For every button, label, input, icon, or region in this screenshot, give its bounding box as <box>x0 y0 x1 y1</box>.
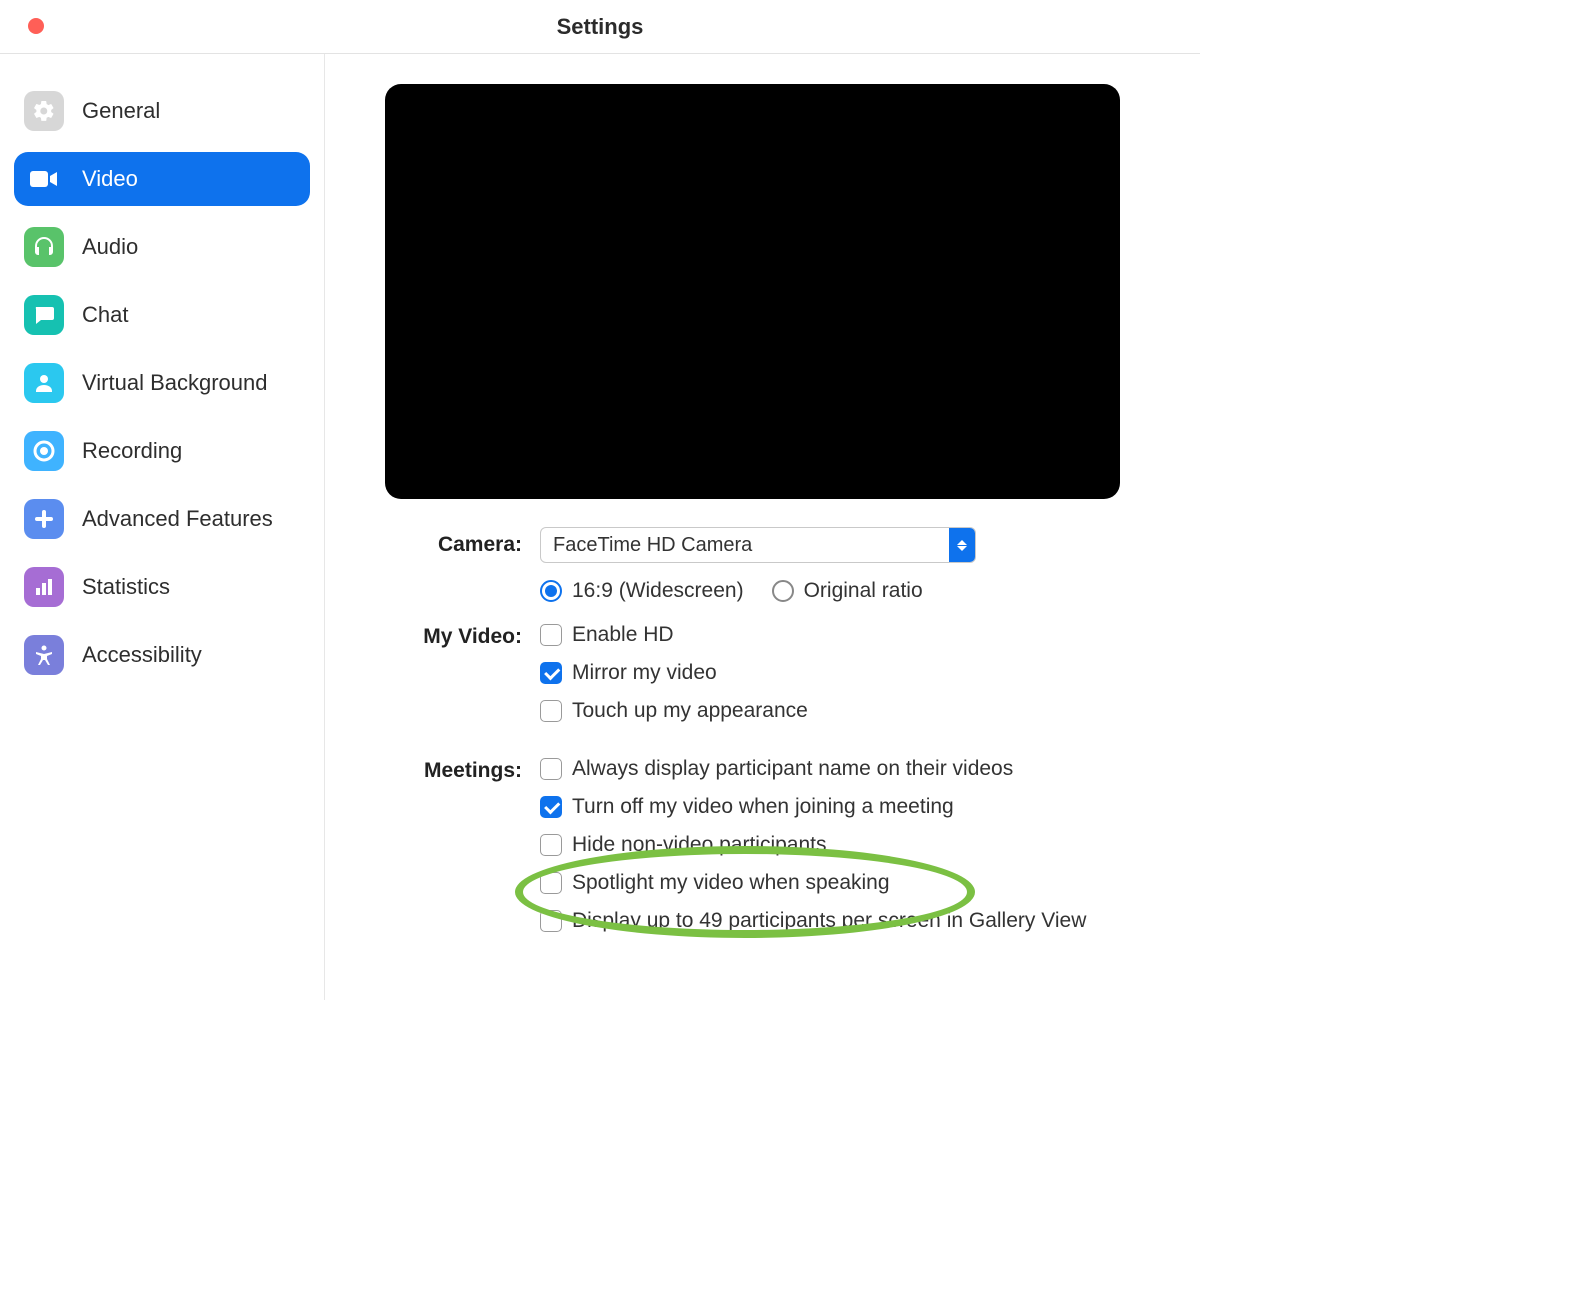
aspect-original-radio[interactable]: Original ratio <box>772 579 923 603</box>
headphones-icon <box>24 227 64 267</box>
window-title: Settings <box>0 14 1200 40</box>
checkbox-label: Turn off my video when joining a meeting <box>572 795 954 819</box>
sidebar: General Video Audio Chat <box>0 54 325 1000</box>
checkbox-label: Spotlight my video when speaking <box>572 871 890 895</box>
settings-window: Settings General Video Audio <box>0 0 1200 1000</box>
updown-icon <box>949 528 975 562</box>
sidebar-item-video[interactable]: Video <box>14 152 310 206</box>
sidebar-item-label: Recording <box>82 438 182 464</box>
sidebar-item-label: General <box>82 98 160 124</box>
checkbox-icon <box>540 796 562 818</box>
sidebar-item-label: Advanced Features <box>82 506 273 532</box>
window-controls <box>28 18 44 34</box>
radio-label: 16:9 (Widescreen) <box>572 579 744 603</box>
checkbox-label: Touch up my appearance <box>572 699 808 723</box>
checkbox-icon <box>540 662 562 684</box>
sidebar-item-label: Statistics <box>82 574 170 600</box>
sidebar-item-label: Accessibility <box>82 642 202 668</box>
checkbox-label: Mirror my video <box>572 661 717 685</box>
checkbox-icon <box>540 758 562 780</box>
record-icon <box>24 431 64 471</box>
mirror-video-checkbox[interactable]: Mirror my video <box>540 661 1160 685</box>
touchup-checkbox[interactable]: Touch up my appearance <box>540 699 1160 723</box>
sidebar-item-accessibility[interactable]: Accessibility <box>14 628 310 682</box>
meetings-label: Meetings: <box>385 753 540 783</box>
sidebar-item-advanced-features[interactable]: Advanced Features <box>14 492 310 546</box>
checkbox-label: Enable HD <box>572 623 674 647</box>
video-icon <box>24 159 64 199</box>
sidebar-item-label: Virtual Background <box>82 370 268 396</box>
checkbox-icon <box>540 834 562 856</box>
person-icon <box>24 363 64 403</box>
aspect-widescreen-radio[interactable]: 16:9 (Widescreen) <box>540 579 744 603</box>
gallery49-checkbox[interactable]: Display up to 49 participants per screen… <box>540 909 1160 933</box>
checkbox-icon <box>540 624 562 646</box>
sidebar-item-label: Chat <box>82 302 128 328</box>
checkbox-icon <box>540 910 562 932</box>
accessibility-icon <box>24 635 64 675</box>
plus-icon <box>24 499 64 539</box>
camera-select[interactable]: FaceTime HD Camera <box>540 527 976 563</box>
enable-hd-checkbox[interactable]: Enable HD <box>540 623 1160 647</box>
checkbox-label: Always display participant name on their… <box>572 757 1013 781</box>
hide-nonvideo-checkbox[interactable]: Hide non-video participants <box>540 833 1160 857</box>
chat-icon <box>24 295 64 335</box>
sidebar-item-recording[interactable]: Recording <box>14 424 310 478</box>
radio-label: Original ratio <box>804 579 923 603</box>
gear-icon <box>24 91 64 131</box>
sidebar-item-virtual-background[interactable]: Virtual Background <box>14 356 310 410</box>
myvideo-label: My Video: <box>385 619 540 649</box>
radio-icon <box>540 580 562 602</box>
always-display-name-checkbox[interactable]: Always display participant name on their… <box>540 757 1160 781</box>
sidebar-item-label: Video <box>82 166 138 192</box>
stats-icon <box>24 567 64 607</box>
checkbox-icon <box>540 700 562 722</box>
checkbox-icon <box>540 872 562 894</box>
sidebar-item-general[interactable]: General <box>14 84 310 138</box>
sidebar-item-label: Audio <box>82 234 138 260</box>
camera-label: Camera: <box>385 527 540 557</box>
close-icon[interactable] <box>28 18 44 34</box>
video-preview <box>385 84 1120 499</box>
radio-icon <box>772 580 794 602</box>
titlebar: Settings <box>0 0 1200 54</box>
sidebar-item-statistics[interactable]: Statistics <box>14 560 310 614</box>
spotlight-checkbox[interactable]: Spotlight my video when speaking <box>540 871 1160 895</box>
sidebar-item-audio[interactable]: Audio <box>14 220 310 274</box>
checkbox-label: Display up to 49 participants per screen… <box>572 909 1086 933</box>
checkbox-label: Hide non-video participants <box>572 833 826 857</box>
turn-off-video-checkbox[interactable]: Turn off my video when joining a meeting <box>540 795 1160 819</box>
sidebar-item-chat[interactable]: Chat <box>14 288 310 342</box>
camera-select-value: FaceTime HD Camera <box>541 528 949 562</box>
main-panel: Camera: FaceTime HD Camera 16:9 (Widescr… <box>325 54 1200 1000</box>
